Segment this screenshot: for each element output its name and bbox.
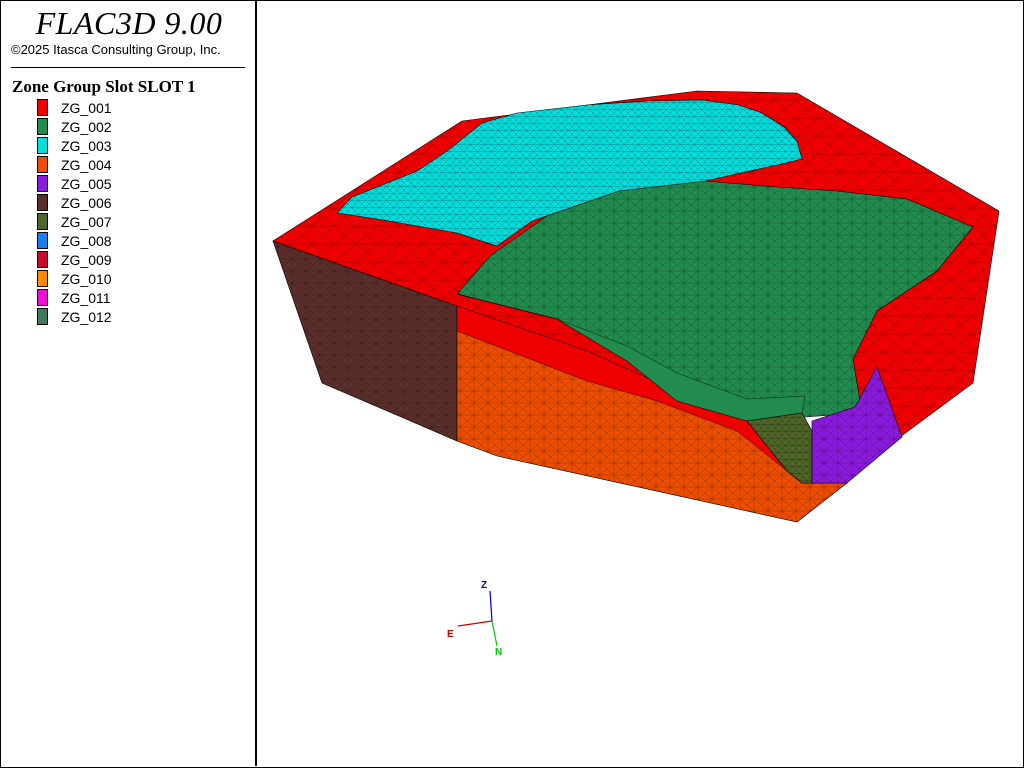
legend-item: ZG_012	[37, 307, 112, 326]
model-plot[interactable]: Z E N	[257, 1, 1022, 766]
legend-swatch	[37, 137, 48, 154]
legend-item: ZG_001	[37, 98, 112, 117]
z-axis-label: Z	[481, 580, 487, 591]
legend-swatch	[37, 213, 48, 230]
legend-label: ZG_011	[61, 289, 111, 306]
legend-label: ZG_004	[61, 156, 112, 173]
legend-label: ZG_009	[61, 251, 112, 268]
legend-label: ZG_006	[61, 194, 112, 211]
model-viewport[interactable]: Z E N	[257, 1, 1022, 766]
n-axis-label: N	[495, 647, 502, 658]
app-title: FLAC3D 9.00	[35, 5, 223, 41]
legend-label: ZG_010	[61, 270, 112, 287]
legend-label: ZG_001	[61, 99, 112, 116]
legend-swatch	[37, 118, 48, 135]
legend-item: ZG_003	[37, 136, 112, 155]
legend-item: ZG_006	[37, 193, 112, 212]
z-axis-line	[489, 590, 493, 622]
legend-panel: FLAC3D 9.00 ©2025 Itasca Consulting Grou…	[1, 1, 257, 766]
legend-item: ZG_002	[37, 117, 112, 136]
legend-swatch	[37, 99, 48, 116]
legend-item: ZG_009	[37, 250, 112, 269]
legend-item: ZG_007	[37, 212, 112, 231]
copyright-text: ©2025 Itasca Consulting Group, Inc.	[11, 42, 221, 57]
divider	[11, 67, 245, 68]
legend-item: ZG_011	[37, 288, 112, 307]
legend-label: ZG_005	[61, 175, 112, 192]
legend-list: ZG_001 ZG_002 ZG_003 ZG_004 ZG_005 ZG_006 ZG_0…	[37, 98, 112, 326]
e-axis-label: E	[447, 629, 454, 640]
legend-swatch	[37, 175, 48, 192]
legend-swatch	[37, 270, 48, 287]
e-axis-line	[457, 620, 493, 627]
legend-swatch	[37, 194, 48, 211]
legend-item: ZG_008	[37, 231, 112, 250]
legend-swatch	[37, 251, 48, 268]
n-axis-line	[491, 620, 498, 647]
legend-title: Zone Group Slot SLOT 1	[12, 77, 196, 96]
legend-item: ZG_010	[37, 269, 112, 288]
legend-item: ZG_004	[37, 155, 112, 174]
legend-label: ZG_003	[61, 137, 112, 154]
legend-label: ZG_002	[61, 118, 112, 135]
legend-item: ZG_005	[37, 174, 112, 193]
legend-swatch	[37, 308, 48, 325]
legend-label: ZG_012	[61, 308, 112, 325]
legend-label: ZG_007	[61, 213, 112, 230]
axis-triad: Z E N	[447, 580, 502, 658]
legend-swatch	[37, 232, 48, 249]
legend-swatch	[37, 289, 48, 306]
legend-swatch	[37, 156, 48, 173]
legend-label: ZG_008	[61, 232, 112, 249]
